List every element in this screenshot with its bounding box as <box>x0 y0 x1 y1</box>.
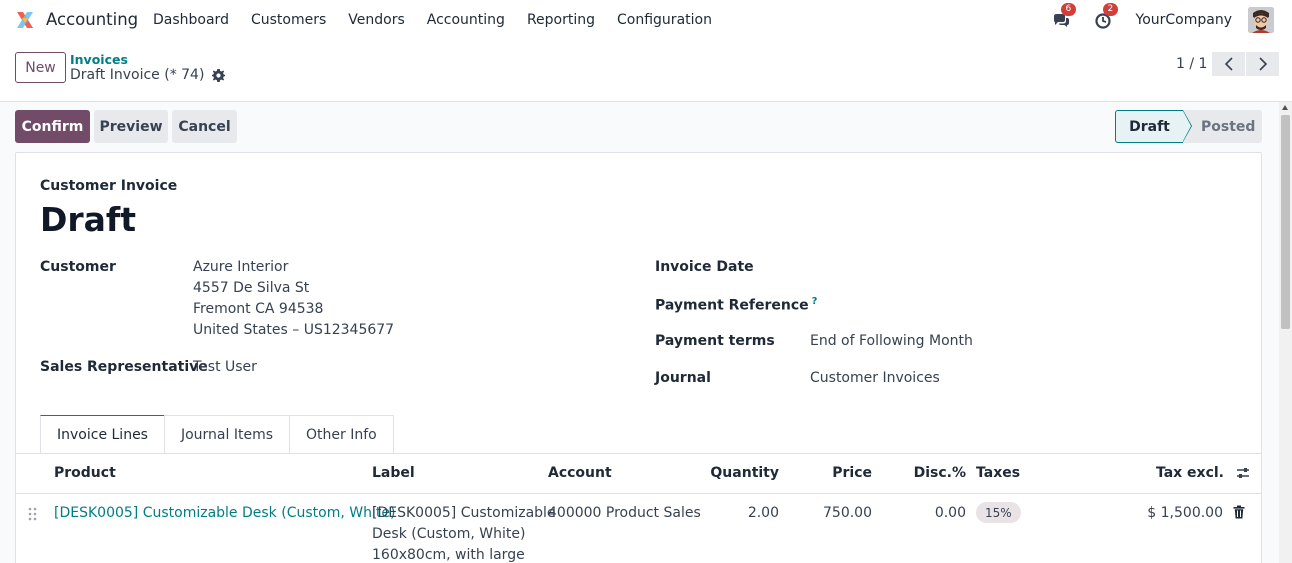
column-product[interactable]: Product <box>54 465 116 481</box>
column-price[interactable]: Price <box>832 465 872 481</box>
line-discount[interactable]: 0.00 <box>935 503 966 524</box>
document-type: Customer Invoice <box>40 178 178 194</box>
gear-icon[interactable] <box>212 68 226 82</box>
cancel-button[interactable]: Cancel <box>172 110 237 143</box>
menu-customers[interactable]: Customers <box>240 12 337 28</box>
line-label-1: [DESK0005] Customizable <box>372 505 556 521</box>
user-avatar[interactable] <box>1248 7 1274 33</box>
column-discount[interactable]: Disc.% <box>914 465 966 481</box>
line-account[interactable]: 400000 Product Sales <box>548 503 701 524</box>
drag-handle-icon[interactable] <box>28 507 38 521</box>
menu-vendors[interactable]: Vendors <box>337 12 415 28</box>
pager-previous-button[interactable] <box>1212 52 1245 76</box>
messages-button[interactable]: 6 <box>1052 3 1077 30</box>
activities-badge: 2 <box>1102 3 1119 16</box>
customer-label: Customer <box>40 259 116 275</box>
line-label[interactable]: [DESK0005] Customizable Desk (Custom, Wh… <box>372 503 556 563</box>
customer-city: Fremont CA 94538 <box>193 301 324 317</box>
payment-reference-label: Payment Reference? <box>655 296 817 314</box>
top-navbar: Accounting Dashboard Customers Vendors A… <box>0 0 1292 40</box>
salesrep-label: Sales Representative <box>40 359 208 375</box>
pager-buttons <box>1212 52 1279 76</box>
menu-configuration[interactable]: Configuration <box>606 12 723 28</box>
payment-reference-label-text: Payment Reference <box>655 297 809 314</box>
chevron-left-icon <box>1224 57 1233 71</box>
chevron-right-icon <box>1258 57 1267 71</box>
line-label-2: Desk (Custom, White) <box>372 526 526 542</box>
document-name: Draft <box>40 200 137 239</box>
status-posted[interactable]: Posted <box>1183 110 1262 143</box>
column-label[interactable]: Label <box>372 465 415 481</box>
status-draft-label: Draft <box>1129 118 1170 135</box>
customer-country: United States – US12345677 <box>193 322 395 338</box>
status-posted-label: Posted <box>1201 118 1256 135</box>
column-taxes[interactable]: Taxes <box>976 465 1020 481</box>
menu-dashboard[interactable]: Dashboard <box>142 12 240 28</box>
payment-terms-field[interactable]: End of Following Month <box>810 331 973 352</box>
breadcrumb-invoices[interactable]: Invoices <box>70 52 128 67</box>
payment-terms-label: Payment terms <box>655 333 775 349</box>
company-switcher[interactable]: YourCompany <box>1136 12 1233 28</box>
pager-next-button[interactable] <box>1246 52 1279 76</box>
line-label-3: 160x80cm, with large <box>372 547 525 563</box>
line-tax-badge[interactable]: 15% <box>976 502 1021 523</box>
tab-invoice-lines[interactable]: Invoice Lines <box>40 415 165 454</box>
form-tabs: Invoice Lines Journal Items Other Info <box>40 415 394 454</box>
help-tooltip-icon[interactable]: ? <box>812 296 818 307</box>
tab-other-info[interactable]: Other Info <box>289 415 394 454</box>
tab-journal-items[interactable]: Journal Items <box>163 415 291 454</box>
scroll-up-arrow-icon[interactable] <box>1282 105 1288 110</box>
new-button[interactable]: New <box>15 52 66 83</box>
control-panel: New Invoices Draft Invoice (* 74) 1 / 1 <box>0 40 1292 102</box>
customer-field[interactable]: Azure Interior 4557 De Silva St Fremont … <box>193 257 394 341</box>
journal-field[interactable]: Customer Invoices <box>810 368 940 389</box>
invoice-date-label: Invoice Date <box>655 259 754 275</box>
menu-reporting[interactable]: Reporting <box>516 12 606 28</box>
trash-icon[interactable] <box>1233 505 1245 519</box>
column-tax-excluded[interactable]: Tax excl. <box>1156 465 1224 481</box>
main-menu: Dashboard Customers Vendors Accounting R… <box>142 0 723 40</box>
customer-street: 4557 De Silva St <box>193 280 310 296</box>
optional-columns-icon[interactable] <box>1236 466 1250 480</box>
column-account[interactable]: Account <box>548 465 612 481</box>
menu-accounting[interactable]: Accounting <box>416 12 516 28</box>
accounting-app-icon[interactable] <box>15 10 35 30</box>
status-draft[interactable]: Draft <box>1115 110 1192 143</box>
column-quantity[interactable]: Quantity <box>710 465 779 481</box>
line-quantity[interactable]: 2.00 <box>748 503 779 524</box>
messages-badge: 6 <box>1060 3 1077 16</box>
app-name[interactable]: Accounting <box>46 10 138 29</box>
journal-label: Journal <box>655 370 711 386</box>
preview-button[interactable]: Preview <box>94 110 168 143</box>
breadcrumb-current: Draft Invoice (* 74) <box>70 67 226 83</box>
avatar-image <box>1248 7 1274 33</box>
activities-button[interactable]: 2 <box>1094 3 1119 30</box>
pager-value[interactable]: 1 / 1 <box>1176 56 1207 72</box>
table-header-divider <box>16 493 1261 494</box>
line-product[interactable]: [DESK0005] Customizable Desk (Custom, Wh… <box>54 503 395 524</box>
systray: 6 2 YourCompany <box>1052 0 1274 40</box>
status-bar: Draft Posted <box>1115 110 1262 143</box>
confirm-button[interactable]: Confirm <box>15 110 90 143</box>
line-subtotal: $ 1,500.00 <box>1147 505 1223 521</box>
salesrep-field[interactable]: Test User <box>193 357 257 378</box>
scroll-thumb[interactable] <box>1281 115 1290 329</box>
tabs-divider <box>16 453 1261 454</box>
page-scrollbar[interactable] <box>1279 102 1292 563</box>
breadcrumb-current-label: Draft Invoice (* 74) <box>70 67 205 83</box>
line-price[interactable]: 750.00 <box>823 503 872 524</box>
customer-name: Azure Interior <box>193 259 289 275</box>
